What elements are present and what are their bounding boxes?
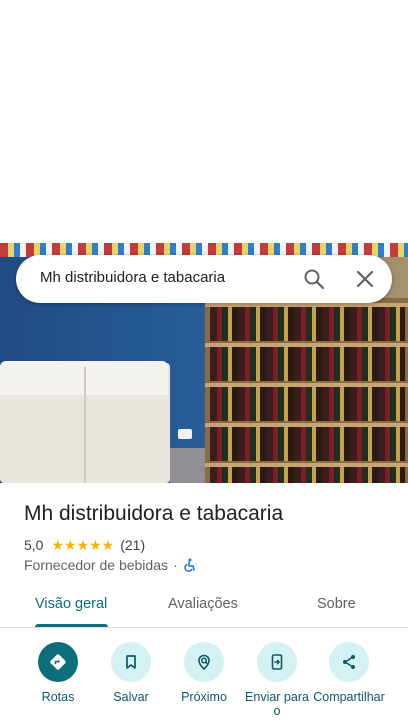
rating-value: 5,0 (24, 537, 44, 553)
share-icon (329, 642, 369, 682)
send-to-phone-button[interactable]: Enviar para o (240, 642, 314, 718)
save-label: Salvar (113, 690, 149, 704)
map-area[interactable] (0, 0, 408, 243)
share-button[interactable]: Compartilhar (312, 642, 386, 704)
tab-overview[interactable]: Visão geral (35, 596, 107, 612)
nearby-label: Próximo (181, 690, 227, 704)
directions-button[interactable]: Rotas (21, 642, 95, 704)
search-input[interactable]: Mh distribuidora e tabacaria (40, 269, 225, 286)
tab-bar: Visão geral Avaliações Sobre (0, 588, 408, 628)
send-to-phone-icon (257, 642, 297, 682)
save-button[interactable]: Salvar (94, 642, 168, 704)
star-rating: ★★★★★ (51, 536, 115, 553)
send-to-phone-label: Enviar para o (245, 690, 309, 718)
search-icon[interactable] (302, 267, 326, 291)
separator: · (173, 557, 178, 573)
nearby-icon (184, 642, 224, 682)
review-count[interactable]: (21) (120, 537, 145, 553)
share-label: Compartilhar (313, 690, 385, 704)
place-title: Mh distribuidora e tabacaria (24, 502, 284, 525)
wheelchair-accessible-icon (183, 558, 197, 572)
rating-row[interactable]: 5,0 ★★★★★ (21) (24, 536, 145, 554)
directions-icon (38, 642, 78, 682)
category-row: Fornecedor de bebidas · (24, 556, 197, 574)
search-bar[interactable]: Mh distribuidora e tabacaria (16, 255, 392, 303)
active-tab-indicator (35, 624, 108, 627)
bookmark-icon (111, 642, 151, 682)
place-category: Fornecedor de bebidas (24, 557, 168, 573)
nearby-button[interactable]: Próximo (167, 642, 241, 704)
directions-label: Rotas (41, 690, 75, 704)
close-icon[interactable] (353, 267, 377, 291)
tab-reviews[interactable]: Avaliações (168, 596, 238, 612)
tab-about[interactable]: Sobre (317, 596, 356, 612)
